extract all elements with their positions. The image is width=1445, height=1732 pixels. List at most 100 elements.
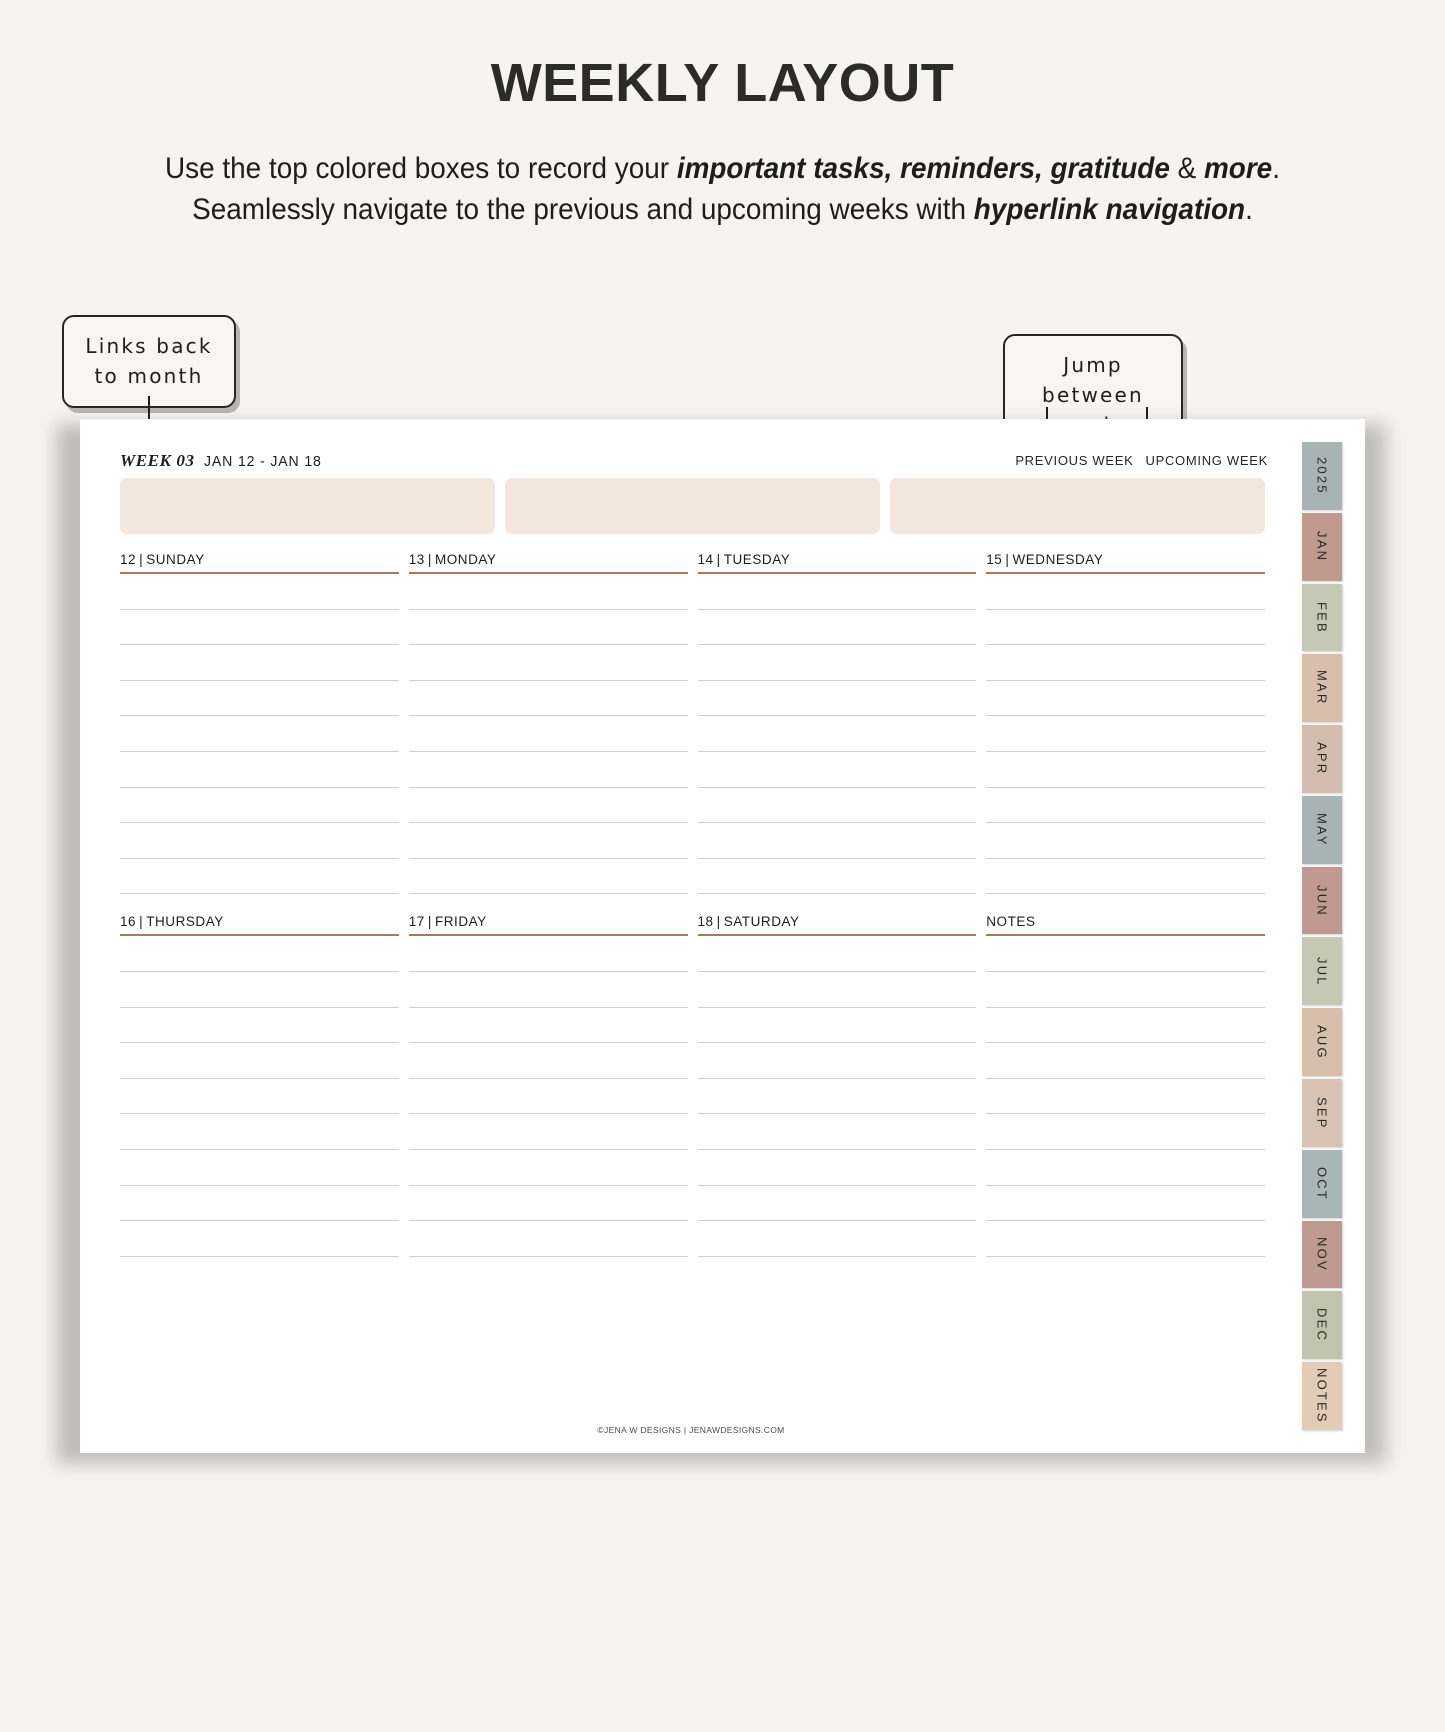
writing-lines[interactable] xyxy=(986,574,1265,895)
writing-line[interactable] xyxy=(697,1079,977,1115)
writing-line[interactable] xyxy=(697,752,977,788)
writing-line[interactable] xyxy=(697,1221,977,1257)
writing-lines[interactable] xyxy=(408,936,688,1257)
writing-line[interactable] xyxy=(120,610,399,646)
writing-line[interactable] xyxy=(986,681,1265,717)
writing-line[interactable] xyxy=(408,574,688,610)
writing-line[interactable] xyxy=(697,610,977,646)
writing-line[interactable] xyxy=(408,610,688,646)
writing-line[interactable] xyxy=(697,645,977,681)
writing-line[interactable] xyxy=(120,1043,399,1079)
top-note-box-2[interactable] xyxy=(505,478,880,534)
writing-line[interactable] xyxy=(408,681,688,717)
writing-line[interactable] xyxy=(120,1186,399,1222)
tab-dec[interactable]: DEC xyxy=(1302,1291,1342,1360)
writing-lines[interactable] xyxy=(120,936,399,1257)
writing-line[interactable] xyxy=(120,1008,399,1044)
week-grid-row-2: 16 | THURSDAY 17 | FRIDAY 18 | SATURDAY NOTES xyxy=(120,914,1265,1257)
writing-line[interactable] xyxy=(408,1150,688,1186)
writing-line[interactable] xyxy=(408,1043,688,1079)
writing-line[interactable] xyxy=(986,1079,1265,1115)
writing-line[interactable] xyxy=(120,788,399,824)
writing-line[interactable] xyxy=(408,1186,688,1222)
writing-line[interactable] xyxy=(986,1043,1265,1079)
writing-line[interactable] xyxy=(697,1008,977,1044)
writing-line[interactable] xyxy=(408,859,688,895)
writing-line[interactable] xyxy=(120,645,399,681)
writing-lines[interactable] xyxy=(697,936,977,1257)
writing-line[interactable] xyxy=(697,574,977,610)
tab-2025[interactable]: 2025 xyxy=(1302,442,1342,510)
writing-line[interactable] xyxy=(408,1221,688,1257)
writing-line[interactable] xyxy=(120,681,399,717)
tab-jul[interactable]: JUL xyxy=(1302,937,1342,1006)
writing-line[interactable] xyxy=(120,752,399,788)
writing-line[interactable] xyxy=(986,1114,1265,1150)
upcoming-week-link[interactable]: UPCOMING WEEK xyxy=(1146,453,1269,468)
writing-line[interactable] xyxy=(986,752,1265,788)
writing-line[interactable] xyxy=(986,936,1265,972)
writing-line[interactable] xyxy=(697,716,977,752)
writing-line[interactable] xyxy=(986,859,1265,895)
writing-line[interactable] xyxy=(408,823,688,859)
writing-line[interactable] xyxy=(408,972,688,1008)
writing-line[interactable] xyxy=(697,788,977,824)
writing-line[interactable] xyxy=(986,1008,1265,1044)
tab-aug[interactable]: AUG xyxy=(1302,1008,1342,1077)
writing-line[interactable] xyxy=(408,1114,688,1150)
writing-line[interactable] xyxy=(986,788,1265,824)
writing-line[interactable] xyxy=(697,1114,977,1150)
writing-line[interactable] xyxy=(697,859,977,895)
writing-line[interactable] xyxy=(120,1221,399,1257)
writing-line[interactable] xyxy=(408,716,688,752)
writing-line[interactable] xyxy=(986,1186,1265,1222)
writing-lines[interactable] xyxy=(120,574,399,895)
writing-line[interactable] xyxy=(408,645,688,681)
writing-line[interactable] xyxy=(986,1221,1265,1257)
writing-line[interactable] xyxy=(408,936,688,972)
writing-line[interactable] xyxy=(120,716,399,752)
writing-line[interactable] xyxy=(120,936,399,972)
writing-line[interactable] xyxy=(408,788,688,824)
tab-feb[interactable]: FEB xyxy=(1302,583,1342,652)
writing-line[interactable] xyxy=(120,859,399,895)
writing-line[interactable] xyxy=(986,716,1265,752)
writing-line[interactable] xyxy=(986,1150,1265,1186)
writing-line[interactable] xyxy=(120,1079,399,1115)
writing-line[interactable] xyxy=(986,645,1265,681)
writing-line[interactable] xyxy=(408,1008,688,1044)
tab-nov[interactable]: NOV xyxy=(1302,1220,1342,1289)
tab-jun[interactable]: JUN xyxy=(1302,866,1342,935)
writing-lines[interactable] xyxy=(408,574,688,895)
writing-line[interactable] xyxy=(986,823,1265,859)
writing-line[interactable] xyxy=(120,1150,399,1186)
writing-line[interactable] xyxy=(408,1079,688,1115)
writing-line[interactable] xyxy=(986,972,1265,1008)
writing-line[interactable] xyxy=(120,1114,399,1150)
writing-line[interactable] xyxy=(697,1186,977,1222)
tab-mar[interactable]: MAR xyxy=(1302,654,1342,723)
top-note-box-3[interactable] xyxy=(890,478,1265,534)
tab-notes[interactable]: NOTES xyxy=(1302,1362,1342,1430)
writing-line[interactable] xyxy=(697,823,977,859)
previous-week-link[interactable]: PREVIOUS WEEK xyxy=(1015,453,1133,468)
tab-oct[interactable]: OCT xyxy=(1302,1149,1342,1218)
writing-line[interactable] xyxy=(697,1043,977,1079)
top-note-box-1[interactable] xyxy=(120,478,495,534)
writing-line[interactable] xyxy=(986,574,1265,610)
writing-line[interactable] xyxy=(120,574,399,610)
writing-lines[interactable] xyxy=(986,936,1265,1257)
tab-apr[interactable]: APR xyxy=(1302,725,1342,793)
tab-may[interactable]: MAY xyxy=(1302,795,1342,864)
writing-line[interactable] xyxy=(697,681,977,717)
tab-sep[interactable]: SEP xyxy=(1302,1079,1342,1147)
writing-line[interactable] xyxy=(697,1150,977,1186)
writing-line[interactable] xyxy=(120,823,399,859)
writing-line[interactable] xyxy=(986,610,1265,646)
writing-line[interactable] xyxy=(697,936,977,972)
writing-line[interactable] xyxy=(120,972,399,1008)
tab-jan[interactable]: JAN xyxy=(1302,512,1342,581)
writing-line[interactable] xyxy=(408,752,688,788)
writing-lines[interactable] xyxy=(697,574,977,895)
writing-line[interactable] xyxy=(697,972,977,1008)
